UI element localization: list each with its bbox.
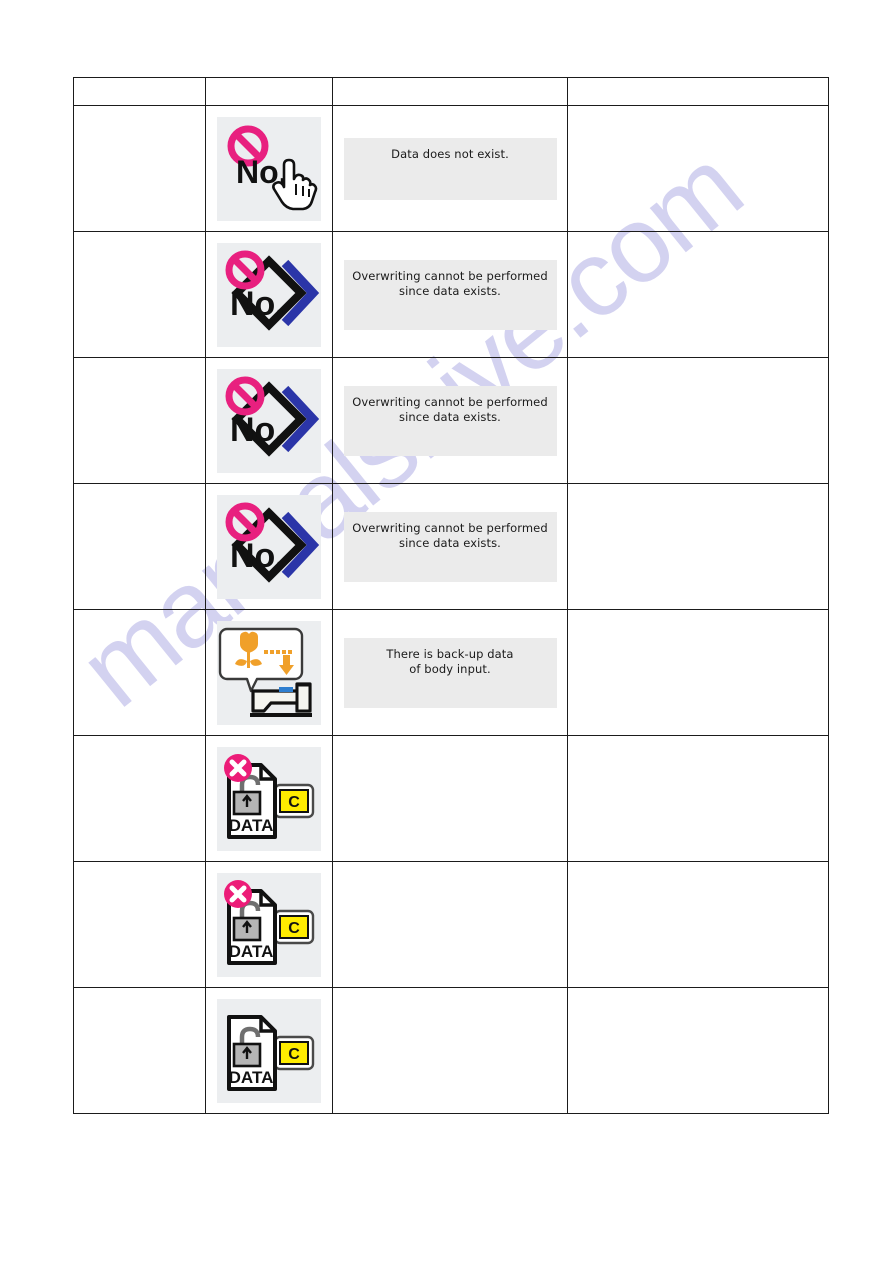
- data-lock-media-error-icon: C DATA: [217, 746, 321, 851]
- row-message-cell: There is back-up data of body input.: [332, 609, 568, 736]
- row-message-cell: Data does not exist.: [332, 105, 568, 232]
- row-code-cell: [73, 231, 206, 358]
- row-description-cell: [567, 609, 829, 736]
- header-cell-description: [567, 77, 829, 106]
- row-message-cell: [332, 987, 568, 1114]
- row-message-cell: Overwriting cannot be performed since da…: [332, 357, 568, 484]
- svg-text:DATA: DATA: [229, 1068, 274, 1087]
- row-message-cell: [332, 861, 568, 988]
- row-description-cell: [567, 987, 829, 1114]
- row-code-cell: [73, 987, 206, 1114]
- table-row: There is back-up data of body input.: [73, 609, 829, 736]
- no-overwrite-diamond-icon: No.: [217, 494, 321, 599]
- row-message-cell: [332, 735, 568, 862]
- message-text: Data does not exist.: [391, 146, 509, 161]
- row-message-cell: Overwriting cannot be performed since da…: [332, 483, 568, 610]
- row-icon-cell: [205, 609, 333, 736]
- message-text: Overwriting cannot be performed since da…: [352, 394, 548, 424]
- table-row: No. Data does not exist.: [73, 105, 829, 232]
- message-panel: Data does not exist.: [343, 137, 557, 200]
- message-panel: Overwriting cannot be performed since da…: [343, 511, 557, 582]
- row-code-cell: [73, 735, 206, 862]
- row-code-cell: [73, 861, 206, 988]
- header-cell-message: [332, 77, 568, 106]
- svg-text:No.: No.: [230, 537, 285, 575]
- row-message-cell: Overwriting cannot be performed since da…: [332, 231, 568, 358]
- message-text: [333, 862, 567, 987]
- row-description-cell: [567, 483, 829, 610]
- row-description-cell: [567, 357, 829, 484]
- message-text: Overwriting cannot be performed since da…: [352, 268, 548, 298]
- svg-text:No.: No.: [230, 285, 285, 323]
- svg-text:DATA: DATA: [229, 942, 274, 961]
- message-text: There is back-up data of body input.: [386, 646, 514, 676]
- no-overwrite-diamond-icon: No.: [217, 242, 321, 347]
- row-icon-cell: C DATA: [205, 987, 333, 1114]
- table-row: No. Overwriting cannot be performed sinc…: [73, 231, 829, 358]
- svg-text:No.: No.: [230, 411, 285, 449]
- row-icon-cell: No.: [205, 357, 333, 484]
- sewing-machine-backup-data-icon: [217, 620, 321, 725]
- no-data-hand-pointer-icon: No.: [217, 116, 321, 221]
- row-icon-cell: No.: [205, 105, 333, 232]
- svg-text:DATA: DATA: [229, 816, 274, 835]
- message-text: [333, 736, 567, 861]
- data-lock-media-error-icon: C DATA: [217, 872, 321, 977]
- row-description-cell: [567, 231, 829, 358]
- row-icon-cell: C DATA: [205, 735, 333, 862]
- table-row: No. Overwriting cannot be performed sinc…: [73, 483, 829, 610]
- table-row: C DATA: [73, 735, 829, 862]
- table-header-row: [73, 77, 829, 106]
- row-code-cell: [73, 609, 206, 736]
- data-lock-media-icon: C DATA: [217, 998, 321, 1103]
- table-row: No. Overwriting cannot be performed sinc…: [73, 357, 829, 484]
- message-text: [333, 988, 567, 1113]
- svg-text:C: C: [288, 794, 300, 811]
- message-panel: There is back-up data of body input.: [343, 637, 557, 708]
- row-code-cell: [73, 483, 206, 610]
- message-panel: Overwriting cannot be performed since da…: [343, 385, 557, 456]
- row-icon-cell: No.: [205, 483, 333, 610]
- row-code-cell: [73, 105, 206, 232]
- row-description-cell: [567, 105, 829, 232]
- header-cell-icon: [205, 77, 333, 106]
- message-text: Overwriting cannot be performed since da…: [352, 520, 548, 550]
- row-description-cell: [567, 735, 829, 862]
- row-icon-cell: No.: [205, 231, 333, 358]
- table-row: C DATA: [73, 861, 829, 988]
- svg-text:C: C: [288, 920, 300, 937]
- svg-text:C: C: [288, 1046, 300, 1063]
- header-cell-code: [73, 77, 206, 106]
- row-icon-cell: C DATA: [205, 861, 333, 988]
- error-message-table: No. Data does not exist. No. Overwriting…: [73, 77, 829, 1114]
- no-overwrite-diamond-icon: No.: [217, 368, 321, 473]
- message-panel: Overwriting cannot be performed since da…: [343, 259, 557, 330]
- table-row: C DATA: [73, 987, 829, 1114]
- row-code-cell: [73, 357, 206, 484]
- row-description-cell: [567, 861, 829, 988]
